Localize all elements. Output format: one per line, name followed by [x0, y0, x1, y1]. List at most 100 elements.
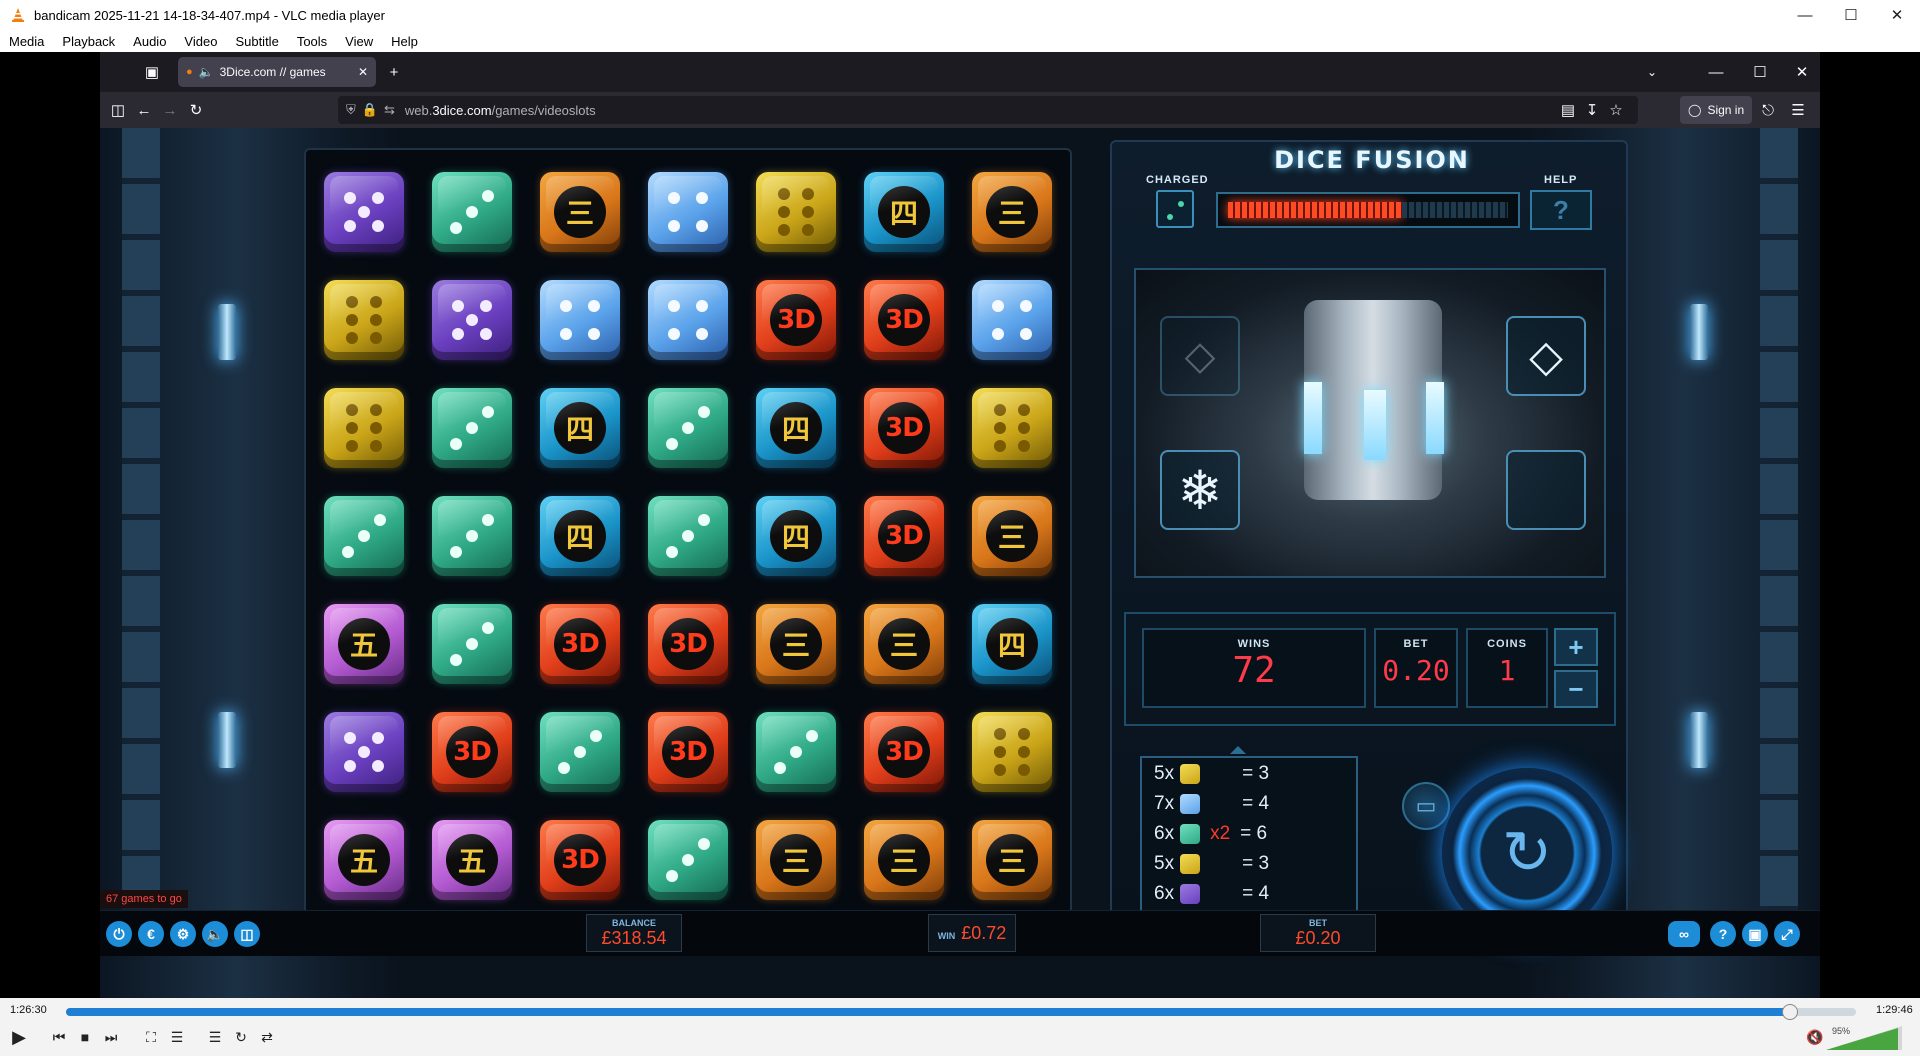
- loop-icon[interactable]: ↻: [230, 1026, 252, 1048]
- stop-icon[interactable]: ■: [74, 1026, 96, 1048]
- die-pip: [466, 638, 478, 650]
- die-blue-p4: [648, 172, 728, 252]
- help-circle-icon[interactable]: ?: [1710, 921, 1736, 947]
- volume-slider[interactable]: [1826, 1026, 1906, 1050]
- menu-tools[interactable]: Tools: [288, 34, 336, 49]
- seek-bar[interactable]: [66, 1004, 1856, 1020]
- tab-list-chevron-icon[interactable]: ⌄: [1640, 60, 1664, 84]
- close-icon[interactable]: ✕: [1874, 0, 1920, 30]
- die-pip: [346, 404, 358, 416]
- account-icon: ◯: [1688, 103, 1702, 117]
- hamburger-menu-icon[interactable]: ☰: [1786, 98, 1810, 122]
- dice-grid[interactable]: 三四三 3D 3D 四四 3D 四四 3D 三五 3D 3D 三三四 3D 3D 3D 五五 3D 三三三: [304, 148, 1072, 935]
- playlist-icon[interactable]: ☰: [204, 1026, 226, 1048]
- reload-icon[interactable]: ↻: [184, 98, 208, 122]
- menu-media[interactable]: Media: [0, 34, 53, 49]
- die-pip: [346, 314, 358, 326]
- permissions-icon[interactable]: ⇆: [384, 102, 395, 118]
- paytable-result: = 4: [1242, 793, 1270, 814]
- die-pip: [1018, 764, 1030, 776]
- coins-plus-button[interactable]: +: [1554, 628, 1598, 666]
- mute-icon[interactable]: 🔇: [1804, 1026, 1826, 1048]
- sidebar-icon[interactable]: ◫: [106, 98, 130, 122]
- wins-label: WINS: [1237, 638, 1271, 650]
- tab-audio-icon[interactable]: 🔈: [199, 65, 214, 79]
- shuffle-icon[interactable]: ⇄: [256, 1026, 278, 1048]
- sign-in-button[interactable]: ◯ Sign in: [1680, 96, 1753, 124]
- menu-help[interactable]: Help: [382, 34, 427, 49]
- seek-handle[interactable]: [1781, 1004, 1798, 1020]
- elapsed-time: 1:26:30: [10, 1004, 47, 1016]
- die-pip: [698, 838, 710, 850]
- die-yellow-p6: [972, 712, 1052, 792]
- new-tab-icon[interactable]: +: [382, 60, 406, 84]
- menu-audio[interactable]: Audio: [124, 34, 175, 49]
- bet-box: BET 0.20: [1374, 628, 1458, 708]
- link-icon[interactable]: ∞: [1668, 921, 1700, 947]
- back-icon[interactable]: ←: [132, 98, 156, 122]
- fullscreen-icon[interactable]: ⤢: [1774, 921, 1800, 947]
- forward-icon[interactable]: →: [158, 98, 182, 122]
- fullscreen-toggle-icon[interactable]: ⛶: [140, 1026, 162, 1048]
- bookmark-star-icon[interactable]: ☆: [1604, 98, 1628, 122]
- shield-icon[interactable]: ⛨: [346, 102, 356, 118]
- browser-close-icon[interactable]: ✕: [1790, 60, 1814, 84]
- paytable: 5x = 3 7x = 4 6x x2 = 6 5x = 3 6x = 4: [1140, 756, 1358, 916]
- menu-video[interactable]: Video: [175, 34, 226, 49]
- die-symbol: 3D: [554, 618, 606, 670]
- die-pip: [696, 300, 708, 312]
- die-symbol: 四: [554, 510, 606, 562]
- tab-overview-icon[interactable]: ▣: [140, 60, 164, 84]
- die-green-p3: [432, 496, 512, 576]
- video-area[interactable]: ▣ ● 🔈 3Dice.com // games ✕ + ⌄ — ☐ ✕ ◫ ←…: [0, 52, 1920, 998]
- currency-icon[interactable]: €: [138, 921, 164, 947]
- die-pip: [482, 190, 494, 202]
- paytable-result: = 6: [1240, 823, 1268, 844]
- save-to-pocket-icon[interactable]: ↧: [1580, 98, 1604, 122]
- die-pip: [696, 328, 708, 340]
- sound-icon[interactable]: 🔈: [202, 921, 228, 947]
- tab-close-icon[interactable]: ✕: [358, 65, 368, 79]
- die-pip: [994, 728, 1006, 740]
- play-icon[interactable]: ▶: [8, 1026, 30, 1048]
- die-pip: [992, 328, 1004, 340]
- gallery-icon[interactable]: ▣: [1742, 921, 1768, 947]
- menu-playback[interactable]: Playback: [53, 34, 124, 49]
- game-canvas[interactable]: 三四三 3D 3D 四四 3D 四四 3D 三五 3D 3D 三三四 3D 3D 3D 五五 3D 三三三 DI…: [100, 128, 1820, 998]
- die-face: [552, 724, 608, 780]
- minimize-icon[interactable]: —: [1782, 0, 1828, 30]
- die-green-p3: [324, 496, 404, 576]
- die-symbol: 三: [770, 834, 822, 886]
- lock-icon[interactable]: 🔒: [362, 102, 378, 118]
- help-button[interactable]: ?: [1530, 190, 1592, 230]
- die-pip: [372, 220, 384, 232]
- die-pip: [466, 314, 478, 326]
- browser-minimize-icon[interactable]: —: [1704, 60, 1728, 84]
- right-rail: [1760, 128, 1798, 923]
- coins-minus-button[interactable]: −: [1554, 670, 1598, 708]
- extensions-icon[interactable]: ⎋: [1756, 98, 1780, 122]
- autoplay-button[interactable]: ▭: [1402, 782, 1450, 830]
- paytable-row: 6x x2 = 6: [1154, 822, 1267, 846]
- fusion-slot-bottom-left: ❄: [1160, 450, 1240, 530]
- reader-view-icon[interactable]: ▤: [1556, 98, 1580, 122]
- address-bar[interactable]: ⛨ 🔒 ⇆ web. 3dice.com/games/videoslots: [338, 96, 1638, 124]
- screen-icon[interactable]: ◫: [234, 921, 260, 947]
- paytable-up-arrow-icon[interactable]: [1230, 746, 1246, 754]
- next-icon[interactable]: ⏭: [100, 1026, 122, 1048]
- browser-maximize-icon[interactable]: ☐: [1748, 60, 1772, 84]
- menu-view[interactable]: View: [336, 34, 382, 49]
- browser-tab[interactable]: ● 🔈 3Dice.com // games ✕: [178, 57, 376, 87]
- previous-icon[interactable]: ⏮: [48, 1026, 70, 1048]
- extended-settings-icon[interactable]: ☰: [166, 1026, 188, 1048]
- balance-value: £318.54: [601, 928, 667, 948]
- settings-gear-icon[interactable]: ⚙: [170, 921, 196, 947]
- die-cyan-四: 四: [540, 388, 620, 468]
- die-red-3D: 3D: [864, 280, 944, 360]
- menu-subtitle[interactable]: Subtitle: [226, 34, 287, 49]
- core-glow-center: [1364, 390, 1386, 460]
- fusion-slot-bottom-right: [1506, 450, 1586, 530]
- seek-bar-fill: [66, 1008, 1790, 1016]
- power-icon[interactable]: ⏻: [106, 921, 132, 947]
- maximize-icon[interactable]: ☐: [1828, 0, 1874, 30]
